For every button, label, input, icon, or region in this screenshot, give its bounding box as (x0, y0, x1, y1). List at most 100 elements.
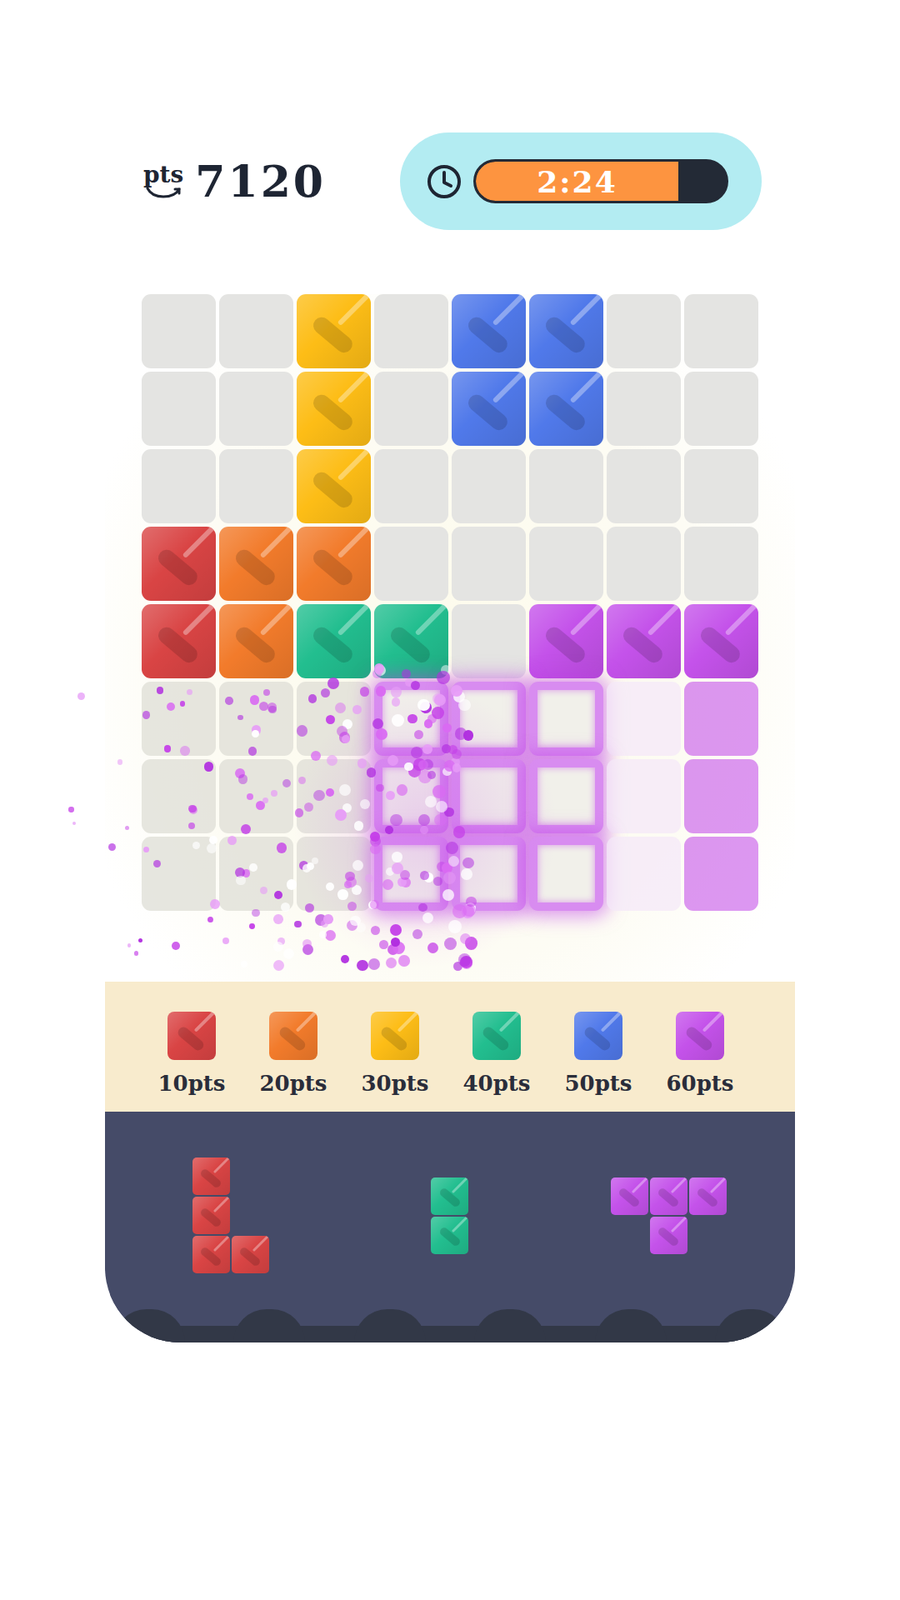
board-cell[interactable] (684, 449, 759, 524)
board-cell[interactable] (374, 759, 449, 834)
board-cell[interactable] (529, 294, 604, 369)
piece[interactable] (192, 1157, 270, 1274)
board-cell[interactable] (141, 759, 216, 834)
board-cell[interactable] (606, 371, 681, 446)
tray-bump (595, 1309, 667, 1343)
board-cell[interactable] (606, 836, 681, 911)
particle (418, 760, 429, 770)
board-cell[interactable] (606, 526, 681, 601)
particle (448, 920, 462, 934)
board-cell[interactable] (141, 836, 216, 911)
particle (235, 875, 245, 885)
board-cell[interactable] (684, 836, 759, 911)
particle (391, 697, 400, 706)
points-label: pts (143, 163, 184, 187)
board-cell[interactable] (451, 294, 526, 369)
particle (396, 784, 409, 796)
board-cell[interactable] (606, 294, 681, 369)
board-cell[interactable] (374, 449, 449, 524)
board-cell[interactable] (374, 681, 449, 756)
piece[interactable] (430, 1177, 469, 1255)
particle (407, 714, 418, 725)
board-cell[interactable] (141, 294, 216, 369)
board-cell[interactable] (141, 449, 216, 524)
particle (210, 899, 220, 910)
board-cell[interactable] (374, 836, 449, 911)
piece[interactable] (610, 1177, 727, 1255)
board-cell[interactable] (374, 371, 449, 446)
particle (171, 941, 180, 950)
board-cell[interactable] (684, 759, 759, 834)
board-cell[interactable] (451, 759, 526, 834)
board-cell[interactable] (219, 604, 294, 679)
particle (153, 860, 161, 868)
glow-haze (291, 685, 559, 970)
board-cell[interactable] (606, 449, 681, 524)
particle (352, 860, 364, 871)
particle (308, 694, 317, 703)
board-cell[interactable] (296, 836, 371, 911)
board-cell[interactable] (219, 371, 294, 446)
particle (209, 835, 218, 845)
board-cell[interactable] (219, 681, 294, 756)
particle (431, 706, 445, 720)
board-cell[interactable] (219, 449, 294, 524)
piece-cell (430, 1216, 469, 1255)
board-cell[interactable] (451, 681, 526, 756)
board-cell[interactable] (529, 371, 604, 446)
board-cell[interactable] (219, 759, 294, 834)
particle (440, 665, 451, 675)
particle (410, 680, 421, 691)
board-cell[interactable] (606, 604, 681, 679)
particle (433, 876, 443, 886)
board-cell[interactable] (529, 681, 604, 756)
board-cell[interactable] (296, 526, 371, 601)
particle (410, 746, 423, 759)
board-cell[interactable] (684, 604, 759, 679)
board-cell[interactable] (141, 371, 216, 446)
particle (298, 776, 306, 785)
board-cell[interactable] (529, 604, 604, 679)
particle (355, 922, 367, 934)
board-cell[interactable] (296, 759, 371, 834)
particle (337, 889, 349, 900)
board-cell[interactable] (529, 836, 604, 911)
board-cell[interactable] (451, 449, 526, 524)
board-cell[interactable] (219, 836, 294, 911)
board-cell[interactable] (529, 526, 604, 601)
board-cell[interactable] (606, 681, 681, 756)
board-cell[interactable] (141, 526, 216, 601)
board-cell[interactable] (684, 681, 759, 756)
board-cell[interactable] (296, 294, 371, 369)
particle (127, 943, 132, 948)
board-cell[interactable] (374, 604, 449, 679)
board-cell[interactable] (296, 449, 371, 524)
board-cell[interactable] (296, 604, 371, 679)
board-cell[interactable] (451, 836, 526, 911)
game-container: pts71202:2410pts20pts30pts40pts50pts60pt… (105, 0, 795, 1343)
board-cell[interactable] (141, 604, 216, 679)
board-cell[interactable] (684, 294, 759, 369)
board-cell[interactable] (219, 526, 294, 601)
board-cell[interactable] (451, 604, 526, 679)
board-cell[interactable] (374, 294, 449, 369)
board-cell[interactable] (141, 681, 216, 756)
board-cell[interactable] (296, 371, 371, 446)
legend-block (370, 1011, 420, 1060)
board-cell[interactable] (374, 526, 449, 601)
particle (345, 960, 355, 970)
particle (453, 825, 465, 838)
board-cell[interactable] (296, 681, 371, 756)
board-cell[interactable] (529, 449, 604, 524)
tray-pieces (105, 1111, 795, 1295)
legend-points: 50pts (564, 1070, 632, 1097)
particle (398, 955, 410, 966)
board-cell[interactable] (219, 294, 294, 369)
board-cell[interactable] (529, 759, 604, 834)
board-cell[interactable] (684, 371, 759, 446)
board-cell[interactable] (451, 371, 526, 446)
board-cell[interactable] (606, 759, 681, 834)
particle (117, 759, 123, 765)
board-cell[interactable] (684, 526, 759, 601)
board-cell[interactable] (451, 526, 526, 601)
